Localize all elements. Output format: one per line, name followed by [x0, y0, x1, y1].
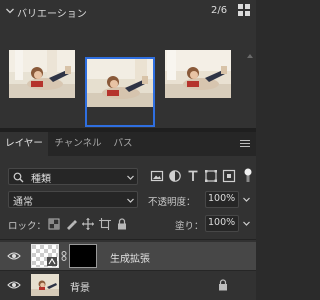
opacity-value: 100%: [208, 193, 236, 204]
grid-view-icon[interactable]: [238, 4, 251, 17]
variations-title: バリエーション: [17, 9, 87, 20]
smart-object-filter-icon[interactable]: [222, 169, 236, 183]
tab-paths[interactable]: パス: [108, 132, 138, 156]
variations-header: バリエーション 2/6: [0, 0, 256, 24]
layer-thumbnail: [31, 244, 59, 268]
chevron-down-icon: [127, 175, 134, 180]
layers-panel: 種類 通常 不透明度： 100% ロック： 塗り： 100% 生成拡張 背景: [0, 156, 256, 300]
layer-lock-icon[interactable]: [218, 279, 228, 291]
visibility-eye-icon[interactable]: [7, 280, 21, 290]
blend-mode-value: 通常: [13, 197, 33, 208]
blend-mode-select[interactable]: 通常: [8, 191, 138, 208]
opacity-label: 不透明度：: [148, 197, 196, 208]
divider: [0, 239, 256, 240]
layer-row-generative-expand[interactable]: 生成拡張: [0, 242, 256, 270]
opacity-field[interactable]: 100%: [205, 191, 239, 208]
layers-tab-bar: レイヤー チャンネル パス: [0, 132, 256, 156]
collapse-chevron-icon[interactable]: [5, 6, 15, 16]
fill-field[interactable]: 100%: [205, 215, 239, 232]
layer-mask-thumbnail[interactable]: [69, 244, 97, 268]
type-filter-icon[interactable]: [186, 169, 200, 183]
visibility-eye-icon[interactable]: [7, 251, 21, 261]
panel-menu-icon[interactable]: [240, 140, 250, 148]
selected-variation-frame: [85, 57, 155, 127]
filter-kind-select[interactable]: 種類: [8, 168, 138, 185]
filter-kind-label: 種類: [31, 174, 51, 185]
fill-chevron-down-icon[interactable]: [242, 219, 251, 228]
lock-transparent-pixels-icon[interactable]: [48, 218, 60, 230]
chevron-down-icon: [127, 198, 134, 203]
layer-row-background[interactable]: 背景: [0, 271, 256, 299]
image-filter-icon[interactable]: [150, 169, 164, 183]
lock-position-icon[interactable]: [82, 218, 94, 230]
variation-thumbnail-1[interactable]: [9, 50, 75, 98]
shape-filter-icon[interactable]: [204, 169, 218, 183]
lock-label: ロック：: [8, 221, 47, 232]
fill-value: 100%: [208, 217, 236, 228]
fill-label: 塗り：: [175, 221, 204, 232]
layer-name[interactable]: 生成拡張: [110, 250, 150, 265]
filter-toggle-icon[interactable]: [244, 168, 252, 182]
variation-thumbnail-3[interactable]: [165, 50, 231, 98]
mask-link-icon[interactable]: [61, 251, 67, 261]
adjustment-filter-icon[interactable]: [168, 169, 182, 183]
search-icon: [13, 172, 24, 183]
layer-name[interactable]: 背景: [70, 279, 90, 294]
tab-channels[interactable]: チャンネル: [48, 132, 108, 156]
lock-image-pixels-icon[interactable]: [65, 218, 77, 230]
layer-thumbnail: [31, 274, 59, 296]
lock-all-icon[interactable]: [116, 218, 128, 230]
lock-artboard-icon[interactable]: [99, 218, 111, 230]
tab-layers[interactable]: レイヤー: [0, 132, 48, 156]
opacity-chevron-down-icon[interactable]: [242, 195, 251, 204]
variation-counter: 2/6: [211, 5, 228, 16]
variations-area: [0, 24, 256, 148]
